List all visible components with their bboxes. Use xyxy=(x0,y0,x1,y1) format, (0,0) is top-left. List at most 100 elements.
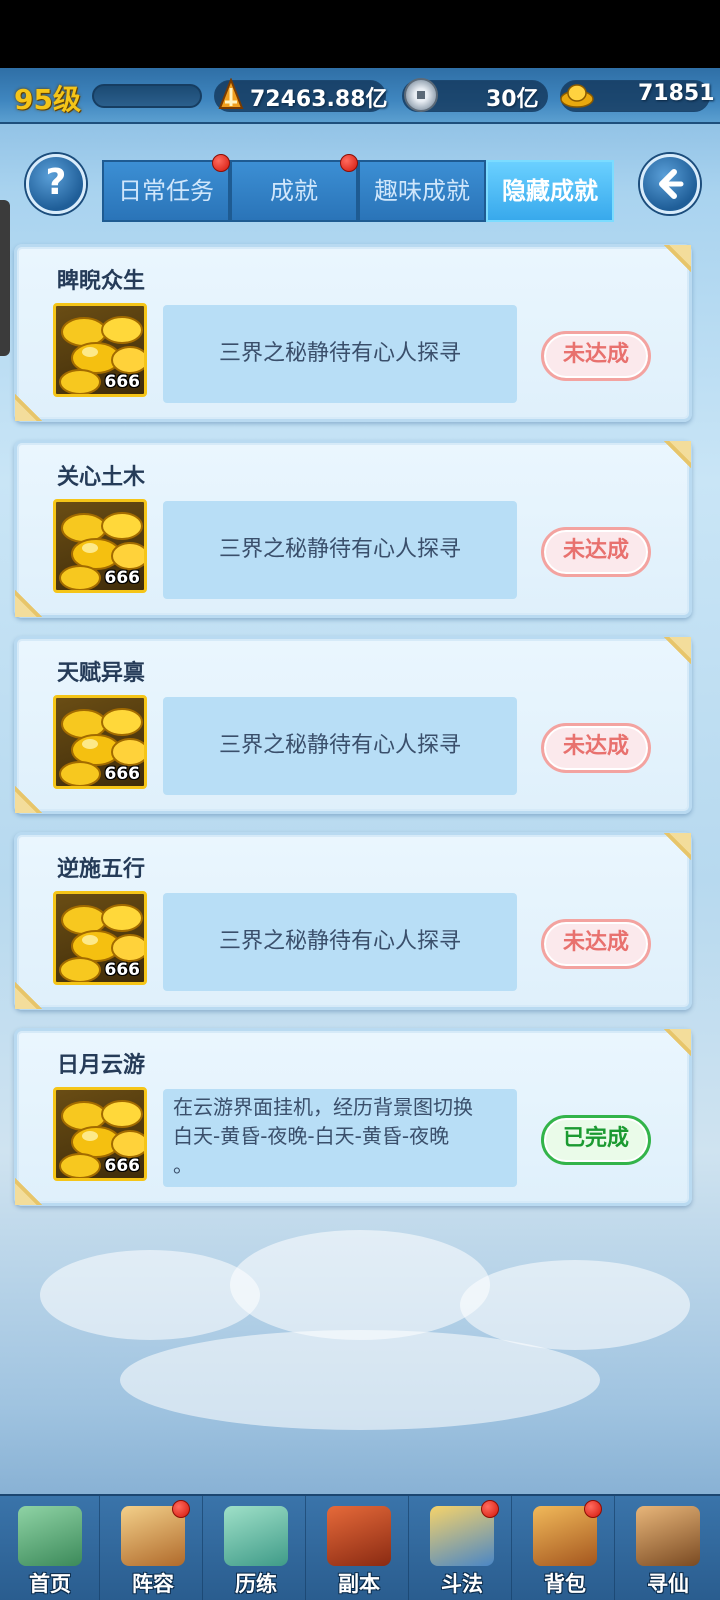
bottom-navigation: 首页 阵容 历练 副本 斗法 背包 寻仙 xyxy=(0,1494,720,1600)
description-line: 。 xyxy=(173,1153,193,1177)
status-not-achieved-button[interactable]: 未达成 xyxy=(541,331,651,381)
tab-label: 日常任务 xyxy=(118,177,214,205)
tab-daily-tasks[interactable]: 日常任务 xyxy=(102,154,230,222)
gold-ingot-icon xyxy=(560,84,594,108)
side-drawer-handle[interactable] xyxy=(0,200,10,356)
tab-label: 隐藏成就 xyxy=(502,177,598,205)
status-not-achieved-button[interactable]: 未达成 xyxy=(541,527,651,577)
tab-hidden-achievements[interactable]: 隐藏成就 xyxy=(486,160,614,222)
back-button[interactable] xyxy=(640,154,700,214)
description-box: 三界之秘静待有心人探寻 xyxy=(163,501,517,599)
seek-immortal-icon xyxy=(636,1506,700,1566)
help-button[interactable]: ? xyxy=(26,154,86,214)
description-box: 三界之秘静待有心人探寻 xyxy=(163,697,517,795)
achievement-card: 睥睨众生 666 三界之秘静待有心人探寻 未达成 xyxy=(14,244,692,422)
achievement-description: 三界之秘静待有心人探寻 xyxy=(218,537,461,562)
background-cloud xyxy=(230,1230,490,1340)
description-line: 在云游界面挂机，经历背景图切换 xyxy=(173,1095,473,1119)
achievement-tabs: 日常任务 成就 趣味成就 隐藏成就 xyxy=(102,154,614,222)
status-not-achieved-button[interactable]: 未达成 xyxy=(541,919,651,969)
achievement-title: 睥睨众生 xyxy=(57,269,146,294)
combat-power-icon xyxy=(218,78,244,109)
home-icon xyxy=(18,1506,82,1566)
notification-dot xyxy=(340,154,358,172)
nav-lineup[interactable]: 阵容 xyxy=(103,1496,203,1600)
back-arrow-icon xyxy=(659,169,684,199)
help-icon: ? xyxy=(45,162,67,203)
corner-ornament xyxy=(15,385,51,421)
tab-label: 成就 xyxy=(270,177,318,205)
achievement-card: 逆施五行 666 三界之秘静待有心人探寻 未达成 xyxy=(14,832,692,1010)
silver-value: 30亿 xyxy=(486,87,539,112)
notification-dot xyxy=(584,1500,602,1518)
notification-dot xyxy=(481,1500,499,1518)
reward-count: 666 xyxy=(104,372,141,392)
background-cloud xyxy=(40,1250,260,1340)
tab-label: 趣味成就 xyxy=(374,177,470,205)
achievement-description: 三界之秘静待有心人探寻 xyxy=(218,341,461,366)
corner-ornament xyxy=(15,581,51,617)
notification-dot xyxy=(172,1500,190,1518)
description-box: 三界之秘静待有心人探寻 xyxy=(163,305,517,403)
silver-coin-icon xyxy=(404,78,438,112)
reward-count: 666 xyxy=(104,764,141,784)
reward-item[interactable]: 666 xyxy=(53,303,147,397)
corner-ornament xyxy=(655,441,691,477)
gold-value: 71851 xyxy=(638,81,715,106)
achievement-description: 三界之秘静待有心人探寻 xyxy=(218,929,461,954)
reward-count: 666 xyxy=(104,960,141,980)
corner-ornament xyxy=(655,833,691,869)
achievement-card: 关心土木 666 三界之秘静待有心人探寻 未达成 xyxy=(14,440,692,618)
background-cloud xyxy=(120,1330,600,1430)
achievement-title: 天赋异禀 xyxy=(57,661,146,686)
status-bar xyxy=(0,0,720,68)
corner-ornament xyxy=(15,1169,51,1205)
achievement-title: 关心土木 xyxy=(57,465,146,490)
nav-label: 背包 xyxy=(544,1572,586,1596)
reward-item[interactable]: 666 xyxy=(53,499,147,593)
achievement-description: 在云游界面挂机，经历背景图切换 白天-黄昏-夜晚-白天-黄昏-夜晚 。 xyxy=(173,1093,509,1180)
achievement-description: 三界之秘静待有心人探寻 xyxy=(218,733,461,758)
achievement-card: 天赋异禀 666 三界之秘静待有心人探寻 未达成 xyxy=(14,636,692,814)
experience-bar xyxy=(92,84,202,108)
player-level: 95级 xyxy=(14,83,81,116)
description-box: 三界之秘静待有心人探寻 xyxy=(163,893,517,991)
nav-bag[interactable]: 背包 xyxy=(515,1496,615,1600)
reward-count: 666 xyxy=(104,568,141,588)
nav-label: 副本 xyxy=(338,1572,380,1596)
top-resource-bar: 95级 72463.88亿 30亿 71851 xyxy=(0,68,720,124)
status-not-achieved-button[interactable]: 未达成 xyxy=(541,723,651,773)
nav-home[interactable]: 首页 xyxy=(0,1496,100,1600)
nav-label: 首页 xyxy=(29,1572,71,1596)
combat-power-value: 72463.88亿 xyxy=(250,87,388,112)
achievement-title: 日月云游 xyxy=(57,1053,146,1078)
description-box: 在云游界面挂机，经历背景图切换 白天-黄昏-夜晚-白天-黄昏-夜晚 。 xyxy=(163,1089,517,1187)
tab-fun-achievements[interactable]: 趣味成就 xyxy=(358,160,486,222)
status-completed-button[interactable]: 已完成 xyxy=(541,1115,651,1165)
corner-ornament xyxy=(15,973,51,1009)
nav-dungeon[interactable]: 副本 xyxy=(309,1496,409,1600)
reward-item[interactable]: 666 xyxy=(53,1087,147,1181)
nav-label: 历练 xyxy=(235,1572,277,1596)
nav-label: 寻仙 xyxy=(647,1572,689,1596)
nav-battle[interactable]: 斗法 xyxy=(412,1496,512,1600)
dungeon-icon xyxy=(327,1506,391,1566)
nav-label: 阵容 xyxy=(132,1572,174,1596)
training-icon xyxy=(224,1506,288,1566)
reward-count: 666 xyxy=(104,1156,141,1176)
notification-dot xyxy=(212,154,230,172)
corner-ornament xyxy=(655,637,691,673)
nav-seek-immortal[interactable]: 寻仙 xyxy=(618,1496,718,1600)
nav-label: 斗法 xyxy=(441,1572,483,1596)
tab-achievements[interactable]: 成就 xyxy=(230,154,358,222)
nav-training[interactable]: 历练 xyxy=(206,1496,306,1600)
reward-item[interactable]: 666 xyxy=(53,695,147,789)
corner-ornament xyxy=(15,777,51,813)
reward-item[interactable]: 666 xyxy=(53,891,147,985)
corner-ornament xyxy=(655,245,691,281)
description-line: 白天-黄昏-夜晚-白天-黄昏-夜晚 xyxy=(173,1124,450,1148)
achievement-title: 逆施五行 xyxy=(57,857,146,882)
corner-ornament xyxy=(655,1029,691,1065)
achievement-card: 日月云游 666 在云游界面挂机，经历背景图切换 白天-黄昏-夜晚-白天-黄昏-… xyxy=(14,1028,692,1206)
background-cloud xyxy=(460,1260,690,1350)
